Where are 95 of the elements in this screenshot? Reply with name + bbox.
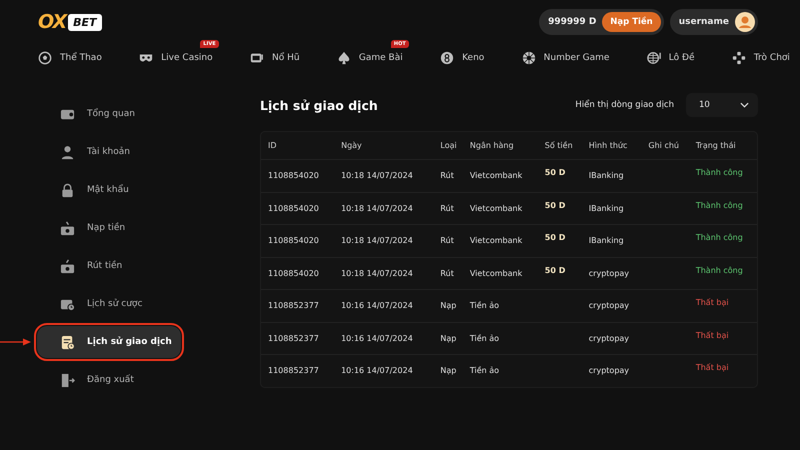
controller-icon <box>732 51 746 65</box>
table-cell: IBanking <box>588 236 624 246</box>
sidebar-item[interactable]: Đăng xuất <box>37 364 181 396</box>
ball-number-icon <box>440 51 454 65</box>
table-cell: Vietcombank <box>470 171 522 180</box>
nav-link[interactable]: Game Bài <box>336 49 403 67</box>
table-cell: Nạp <box>440 334 456 343</box>
sidebar-item[interactable]: Lịch sử giao dịch <box>37 326 181 358</box>
table-cell: 50 D <box>544 168 566 178</box>
table-cell: cryptopay <box>588 301 630 310</box>
nav-link[interactable]: Lô Đề <box>646 49 695 67</box>
table-cell: 1108854020 <box>268 171 319 180</box>
table-cell: 10:16 14/07/2024 <box>341 366 413 376</box>
nav-link[interactable]: Nổ Hũ <box>250 49 300 67</box>
table-cell: Tiền ảo <box>470 366 500 376</box>
lock-icon <box>60 182 75 198</box>
nav-link[interactable]: Thể Thao <box>38 49 102 67</box>
user-menu[interactable]: username <box>670 9 758 35</box>
logo[interactable]: OX BET <box>38 11 102 33</box>
status-text: Thành công <box>696 233 743 242</box>
table-cell: 50 D <box>544 233 566 242</box>
table-cell: 50 D <box>544 266 566 275</box>
slot-machine-icon <box>250 51 264 65</box>
table-cell: 1108854020 <box>268 268 319 278</box>
page-title: Lịch sử giao dịch <box>260 98 378 112</box>
table-cell: 10:18 14/07/2024 <box>341 268 413 278</box>
status-text: Thất bại <box>696 363 729 372</box>
table-cell: Nạp <box>440 366 456 376</box>
chevron-down-icon <box>740 102 749 108</box>
column-header: Ngày <box>334 132 434 160</box>
column-header: Ghi chú <box>641 132 689 160</box>
table-cell: Rút <box>440 171 454 180</box>
table-cell: Vietcombank <box>470 236 522 246</box>
table-cell: 10:18 14/07/2024 <box>341 171 413 180</box>
table-cell: Rút <box>440 236 454 246</box>
table-cell: 50 D <box>544 200 566 210</box>
status-text: Thành công <box>696 168 743 178</box>
status-text: Thành công <box>696 266 743 275</box>
exit-door-icon <box>60 372 75 388</box>
status-text: Thất bại <box>696 298 729 308</box>
column-header: Trạng thái <box>688 132 757 160</box>
table-cell: IBanking <box>588 204 624 213</box>
column-header: Ngân hàng <box>462 132 538 160</box>
table-cell: 10:18 14/07/2024 <box>341 236 413 246</box>
status-text: Thành công <box>696 200 743 210</box>
sidebar-item[interactable]: Tổng quan <box>37 98 181 130</box>
rows-per-page-select[interactable]: 10 <box>686 93 758 117</box>
globe-icon <box>646 51 661 65</box>
table-cell: 10:16 14/07/2024 <box>341 301 413 310</box>
logo-badge: BET <box>68 14 102 30</box>
sidebar-item[interactable]: Nạp tiền <box>37 212 181 244</box>
person-icon <box>60 144 75 160</box>
sidebar-item[interactable]: Mật khẩu <box>37 174 181 206</box>
table-cell: 10:18 14/07/2024 <box>341 204 413 213</box>
column-header: Loại <box>433 132 463 160</box>
column-header: Hình thức <box>582 132 642 160</box>
sidebar-item[interactable]: Rút tiền <box>37 250 181 282</box>
nav-link[interactable]: Keno <box>440 49 484 67</box>
nav-link[interactable]: Trò Chơi <box>732 49 790 67</box>
table-cell: 1108854020 <box>268 204 319 213</box>
nav-link[interactable]: Number Game <box>522 49 610 67</box>
table-cell: Tiền ảo <box>470 334 500 343</box>
table-cell: Vietcombank <box>470 268 522 278</box>
table-cell: Rút <box>440 268 454 278</box>
table-cell: 1108854020 <box>268 236 319 246</box>
status-text: Thất bại <box>696 330 729 340</box>
table-cell: 1108852377 <box>268 301 319 310</box>
receipt-clock-icon <box>60 334 75 350</box>
ball-icon <box>38 51 52 65</box>
logo-text: OX <box>38 11 66 33</box>
banknote-icon <box>60 220 75 236</box>
table-cell: 1108852377 <box>268 334 319 343</box>
table-cell: Rút <box>440 204 454 213</box>
banknote-icon <box>60 258 75 274</box>
column-header: ID <box>261 132 334 160</box>
avatar-icon <box>735 12 755 32</box>
table-cell: cryptopay <box>588 334 630 343</box>
sidebar-item[interactable]: Lịch sử cược <box>37 288 181 320</box>
table-cell: cryptopay <box>588 366 630 376</box>
table-cell: Vietcombank <box>470 204 522 213</box>
column-header: Số tiền <box>538 132 582 160</box>
spade-icon <box>336 51 351 65</box>
table-cell: Nạp <box>440 301 456 310</box>
table-cell: 10:16 14/07/2024 <box>341 334 413 343</box>
balance-amount: 999999 D <box>548 17 596 27</box>
username: username <box>678 17 729 27</box>
table-cell: 1108852377 <box>268 366 319 376</box>
sidebar-item[interactable]: Tài khoản <box>37 136 181 168</box>
wheel-icon <box>522 51 536 65</box>
rows-per-page-label: Hiển thị dòng giao dịch <box>575 100 674 110</box>
table-cell: Tiền ảo <box>470 301 500 310</box>
table-cell: cryptopay <box>588 268 630 278</box>
nav-link[interactable]: Live Casino <box>139 49 213 67</box>
pointer-arrow <box>0 337 32 347</box>
table-cell: IBanking <box>588 171 624 180</box>
